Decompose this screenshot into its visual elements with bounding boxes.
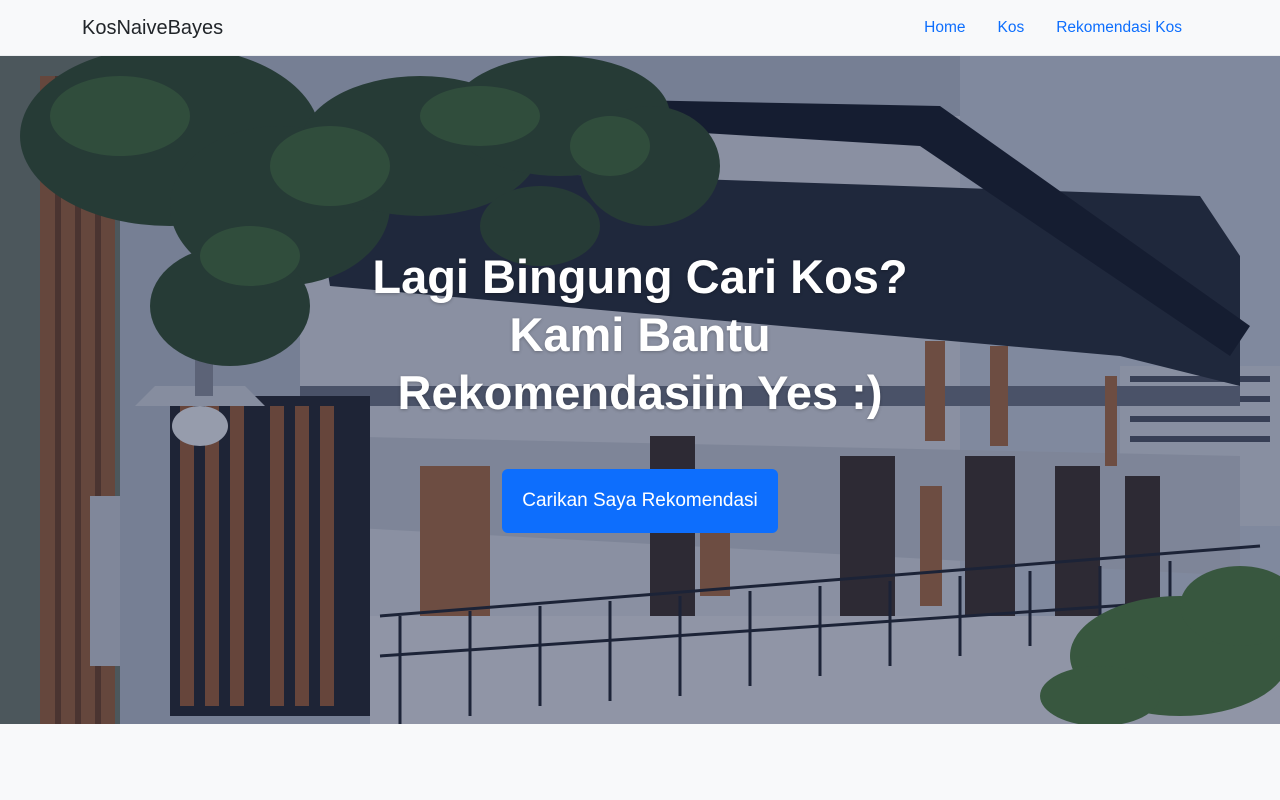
nav-links: Home Kos Rekomendasi Kos	[924, 18, 1182, 38]
hero-section: Lagi Bingung Cari Kos? Kami Bantu Rekome…	[0, 56, 1280, 724]
nav-link-home[interactable]: Home	[924, 18, 965, 38]
hero-title: Lagi Bingung Cari Kos? Kami Bantu Rekome…	[340, 248, 940, 422]
page-bottom-area	[0, 724, 1280, 800]
find-recommendation-button[interactable]: Carikan Saya Rekomendasi	[502, 469, 778, 533]
hero-title-line-2: Kami Bantu	[509, 308, 771, 361]
hero-title-line-1: Lagi Bingung Cari Kos?	[372, 250, 908, 303]
hero-title-line-3: Rekomendasiin Yes :)	[397, 366, 883, 419]
navbar: KosNaiveBayes Home Kos Rekomendasi Kos	[0, 0, 1280, 56]
brand-logo[interactable]: KosNaiveBayes	[82, 16, 223, 40]
nav-link-kos[interactable]: Kos	[997, 18, 1024, 38]
nav-link-rekomendasi-kos[interactable]: Rekomendasi Kos	[1056, 18, 1182, 38]
